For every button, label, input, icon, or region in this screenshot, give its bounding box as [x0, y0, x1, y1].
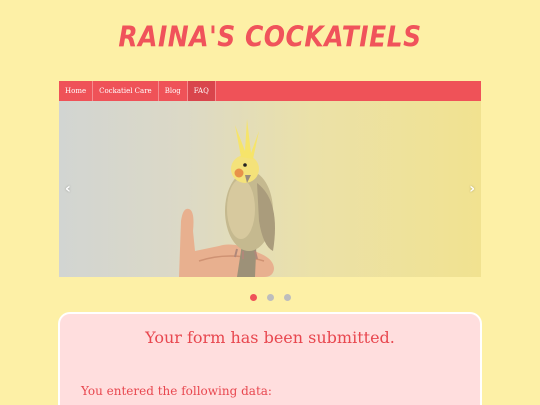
- image-carousel: ‹ ›: [59, 101, 481, 277]
- carousel-dot-3[interactable]: [284, 294, 291, 301]
- carousel-indicators: [250, 294, 291, 301]
- cockatiel-photo: [179, 119, 275, 277]
- nav-home[interactable]: Home: [59, 81, 94, 101]
- confirmation-subtitle: You entered the following data:: [81, 384, 272, 398]
- nav-blog[interactable]: Blog: [159, 81, 188, 101]
- confirmation-card: Your form has been submitted. You entere…: [58, 312, 482, 405]
- carousel-dot-2[interactable]: [267, 294, 274, 301]
- nav-cockatiel-care[interactable]: Cockatiel Care: [93, 81, 159, 101]
- carousel-dot-1[interactable]: [250, 294, 257, 301]
- carousel-next-icon[interactable]: ›: [469, 181, 475, 197]
- carousel-prev-icon[interactable]: ‹: [65, 181, 71, 197]
- confirmation-title: Your form has been submitted.: [145, 328, 395, 347]
- main-nav: Home Cockatiel Care Blog FAQ: [59, 81, 481, 101]
- nav-faq[interactable]: FAQ: [187, 81, 216, 101]
- site-title: Raina's Cockatiels: [118, 19, 422, 54]
